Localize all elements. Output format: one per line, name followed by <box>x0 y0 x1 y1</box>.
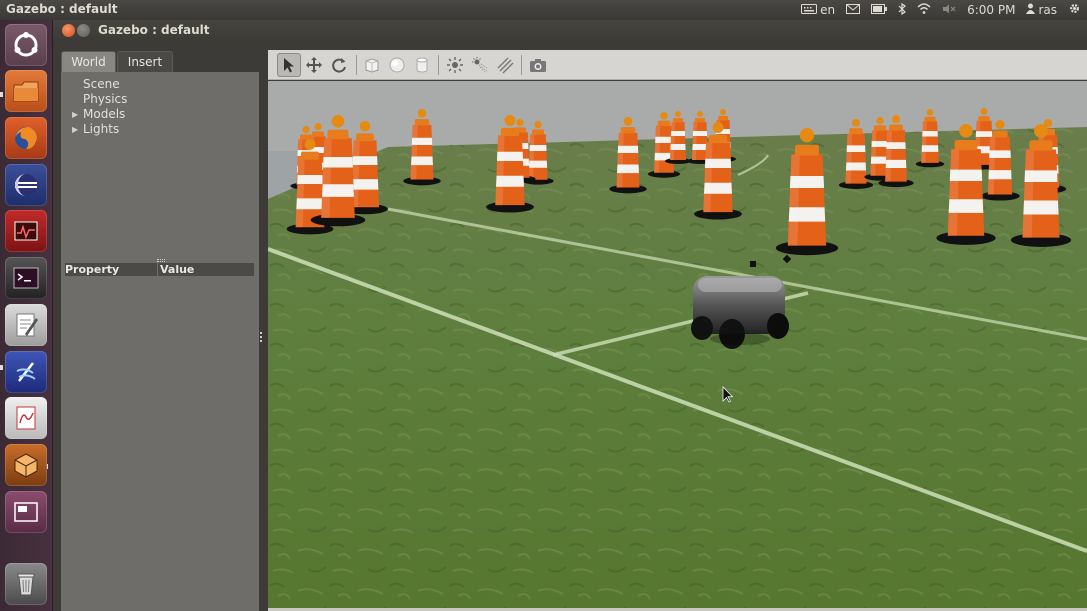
firefox-icon[interactable] <box>5 117 47 159</box>
vertical-splitter-handle[interactable] <box>259 330 263 350</box>
scene-render <box>268 81 1087 608</box>
point-light-icon[interactable] <box>443 53 467 77</box>
keyboard-lang[interactable]: en <box>820 3 835 17</box>
power-gear-icon[interactable] <box>1068 2 1081 18</box>
mail-icon[interactable] <box>846 3 861 17</box>
property-column-header[interactable]: Property <box>65 263 119 276</box>
world-panel: World Insert Scene Physics ▶ Models ▶ Li… <box>53 42 265 611</box>
expand-arrow-icon[interactable]: ▶ <box>72 110 78 119</box>
unity-launcher <box>0 20 53 611</box>
window-title: Gazebo : default <box>98 23 210 37</box>
spot-light-icon[interactable] <box>468 53 492 77</box>
text-editor-icon[interactable] <box>5 304 47 346</box>
scene-viewport[interactable] <box>268 81 1087 608</box>
workspace-switcher-icon[interactable] <box>5 491 47 533</box>
tab-insert[interactable]: Insert <box>117 51 173 73</box>
system-top-bar: Gazebo : default en 6:00 PM ras <box>0 0 1087 20</box>
pdf-viewer-icon[interactable] <box>5 397 47 439</box>
active-app-title: Gazebo : default <box>6 2 118 16</box>
expand-arrow-icon[interactable]: ▶ <box>72 125 78 134</box>
synaptic-icon[interactable] <box>5 351 47 393</box>
tree-item-physics[interactable]: Physics <box>83 92 127 106</box>
ubuntu-dash-icon[interactable] <box>5 24 47 66</box>
tree-item-models[interactable]: Models <box>83 107 125 121</box>
trash-icon[interactable] <box>5 563 47 605</box>
scene-toolbar <box>268 50 1087 80</box>
system-monitor-icon[interactable] <box>5 210 47 252</box>
rotate-tool-icon[interactable] <box>327 53 351 77</box>
window-title-bar: Gazebo : default <box>53 20 1087 42</box>
bluetooth-icon[interactable] <box>898 2 907 18</box>
volume-muted-icon[interactable] <box>942 3 956 17</box>
select-tool-icon[interactable] <box>277 53 301 77</box>
box-shape-icon[interactable] <box>360 53 384 77</box>
battery-icon[interactable] <box>871 3 888 17</box>
translate-tool-icon[interactable] <box>302 53 326 77</box>
value-column-header[interactable]: Value <box>160 263 194 276</box>
tree-item-scene[interactable]: Scene <box>83 77 120 91</box>
close-window-button[interactable] <box>62 24 75 37</box>
clock[interactable]: 6:00 PM <box>967 3 1015 17</box>
wifi-icon[interactable] <box>917 3 931 17</box>
eclipse-icon[interactable] <box>5 164 47 206</box>
screenshot-icon[interactable] <box>526 53 550 77</box>
terminal-icon[interactable] <box>5 257 47 299</box>
user-icon[interactable] <box>1026 3 1036 17</box>
tab-world[interactable]: World <box>61 51 116 73</box>
minimize-window-button[interactable] <box>77 24 90 37</box>
keyboard-icon[interactable] <box>801 3 818 17</box>
panel-splitter-handle[interactable] <box>157 259 165 262</box>
property-table-header: Property Value <box>65 263 254 276</box>
cylinder-shape-icon[interactable] <box>410 53 434 77</box>
world-tree: Scene Physics ▶ Models ▶ Lights Property… <box>61 72 259 611</box>
files-icon[interactable] <box>5 70 47 112</box>
sphere-shape-icon[interactable] <box>385 53 409 77</box>
user-name[interactable]: ras <box>1038 3 1057 17</box>
directional-light-icon[interactable] <box>493 53 517 77</box>
virtualbox-icon[interactable] <box>5 444 47 486</box>
system-tray: en 6:00 PM ras <box>801 2 1081 18</box>
tree-item-lights[interactable]: Lights <box>83 122 119 136</box>
